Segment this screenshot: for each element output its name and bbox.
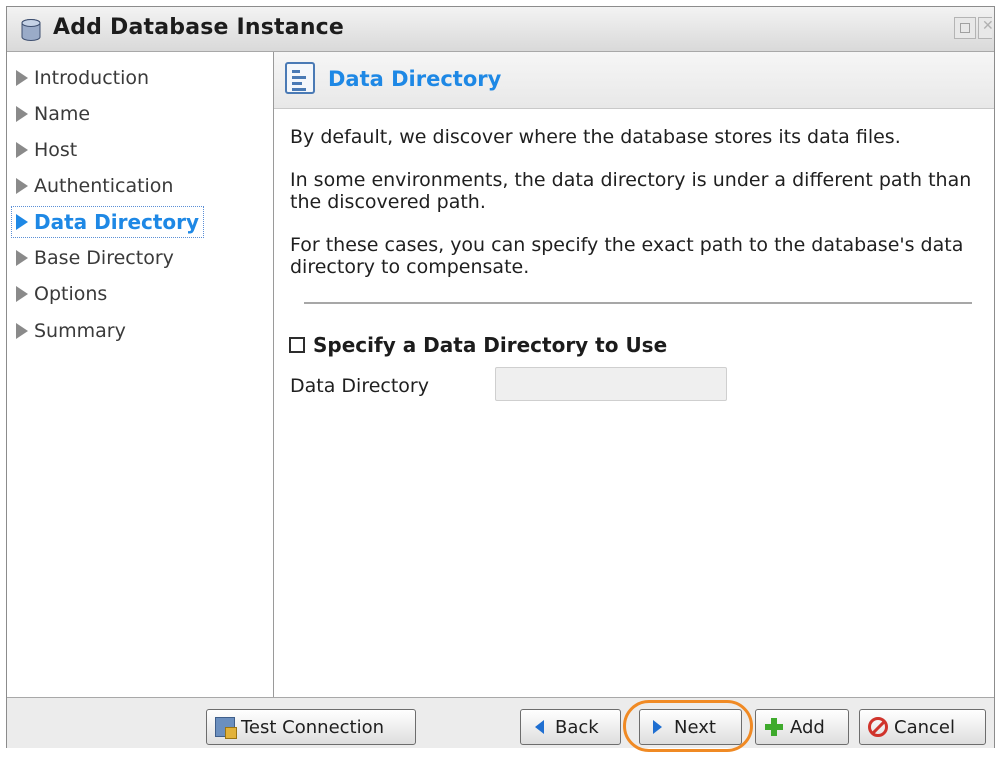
title-bar[interactable]: Add Database Instance [7,7,994,52]
sidebar-item-label: Introduction [34,67,150,89]
add-label: Add [790,716,825,738]
triangle-right-icon [16,250,28,266]
test-connection-label: Test Connection [241,716,385,738]
data-directory-label: Data Directory [290,375,429,397]
back-button[interactable]: Back [520,709,621,745]
dialog-title: Add Database Instance [53,15,345,40]
section-title: Data Directory [328,67,502,91]
next-button[interactable]: Next [639,709,742,745]
back-arrow-icon [529,717,549,737]
section-header: Data Directory [274,52,994,109]
close-button[interactable] [978,17,992,39]
triangle-right-icon [16,214,28,230]
sidebar-item-data-directory[interactable]: Data Directory [11,206,205,238]
sidebar-item-name[interactable]: Name [12,99,90,129]
dialog-footer: Test Connection Back Next Add Cancel [7,697,994,748]
checkbox-label: Specify a Data Directory to Use [313,333,668,357]
sidebar-item-label: Options [34,283,108,305]
wizard-steps-sidebar: Introduction Name Host Authentication Da… [7,52,274,697]
cancel-icon [868,717,888,737]
database-icon [21,19,41,41]
data-directory-input[interactable] [495,367,727,401]
add-database-instance-dialog: Add Database Instance Introduction Name … [6,6,995,748]
sidebar-item-label: Summary [34,320,126,342]
compensate-paragraph: For these cases, you can specify the exa… [290,234,964,278]
test-connection-button[interactable]: Test Connection [206,709,416,745]
add-button[interactable]: Add [755,709,849,745]
sidebar-item-summary[interactable]: Summary [12,316,126,346]
cancel-label: Cancel [894,716,955,738]
environment-paragraph: In some environments, the data directory… [290,169,972,213]
sidebar-item-introduction[interactable]: Introduction [12,63,149,93]
triangle-right-icon [16,178,28,194]
sidebar-item-label: Name [34,103,91,125]
test-connection-icon [215,717,237,739]
intro-paragraph: By default, we discover where the databa… [290,126,901,148]
triangle-right-icon [16,323,28,339]
plus-icon [764,717,784,737]
sidebar-item-base-directory[interactable]: Base Directory [12,243,174,273]
divider [304,302,972,304]
triangle-right-icon [16,70,28,86]
triangle-right-icon [16,286,28,302]
specify-data-directory-checkbox-row[interactable]: Specify a Data Directory to Use [289,333,667,357]
back-label: Back [555,716,599,738]
sidebar-item-label: Authentication [34,175,174,197]
document-list-icon [285,62,315,94]
maximize-button[interactable] [954,17,976,39]
triangle-right-icon [16,106,28,122]
step-content-panel: Data Directory By default, we discover w… [274,52,994,697]
sidebar-item-label: Data Directory [34,210,200,234]
sidebar-item-authentication[interactable]: Authentication [12,171,173,201]
cancel-button[interactable]: Cancel [859,709,986,745]
next-label: Next [674,716,716,738]
sidebar-item-options[interactable]: Options [12,279,107,309]
next-arrow-icon [648,717,668,737]
triangle-right-icon [16,142,28,158]
sidebar-item-label: Host [34,139,78,161]
sidebar-item-host[interactable]: Host [12,135,77,165]
specify-data-directory-checkbox[interactable] [289,337,305,353]
sidebar-item-label: Base Directory [34,247,174,269]
